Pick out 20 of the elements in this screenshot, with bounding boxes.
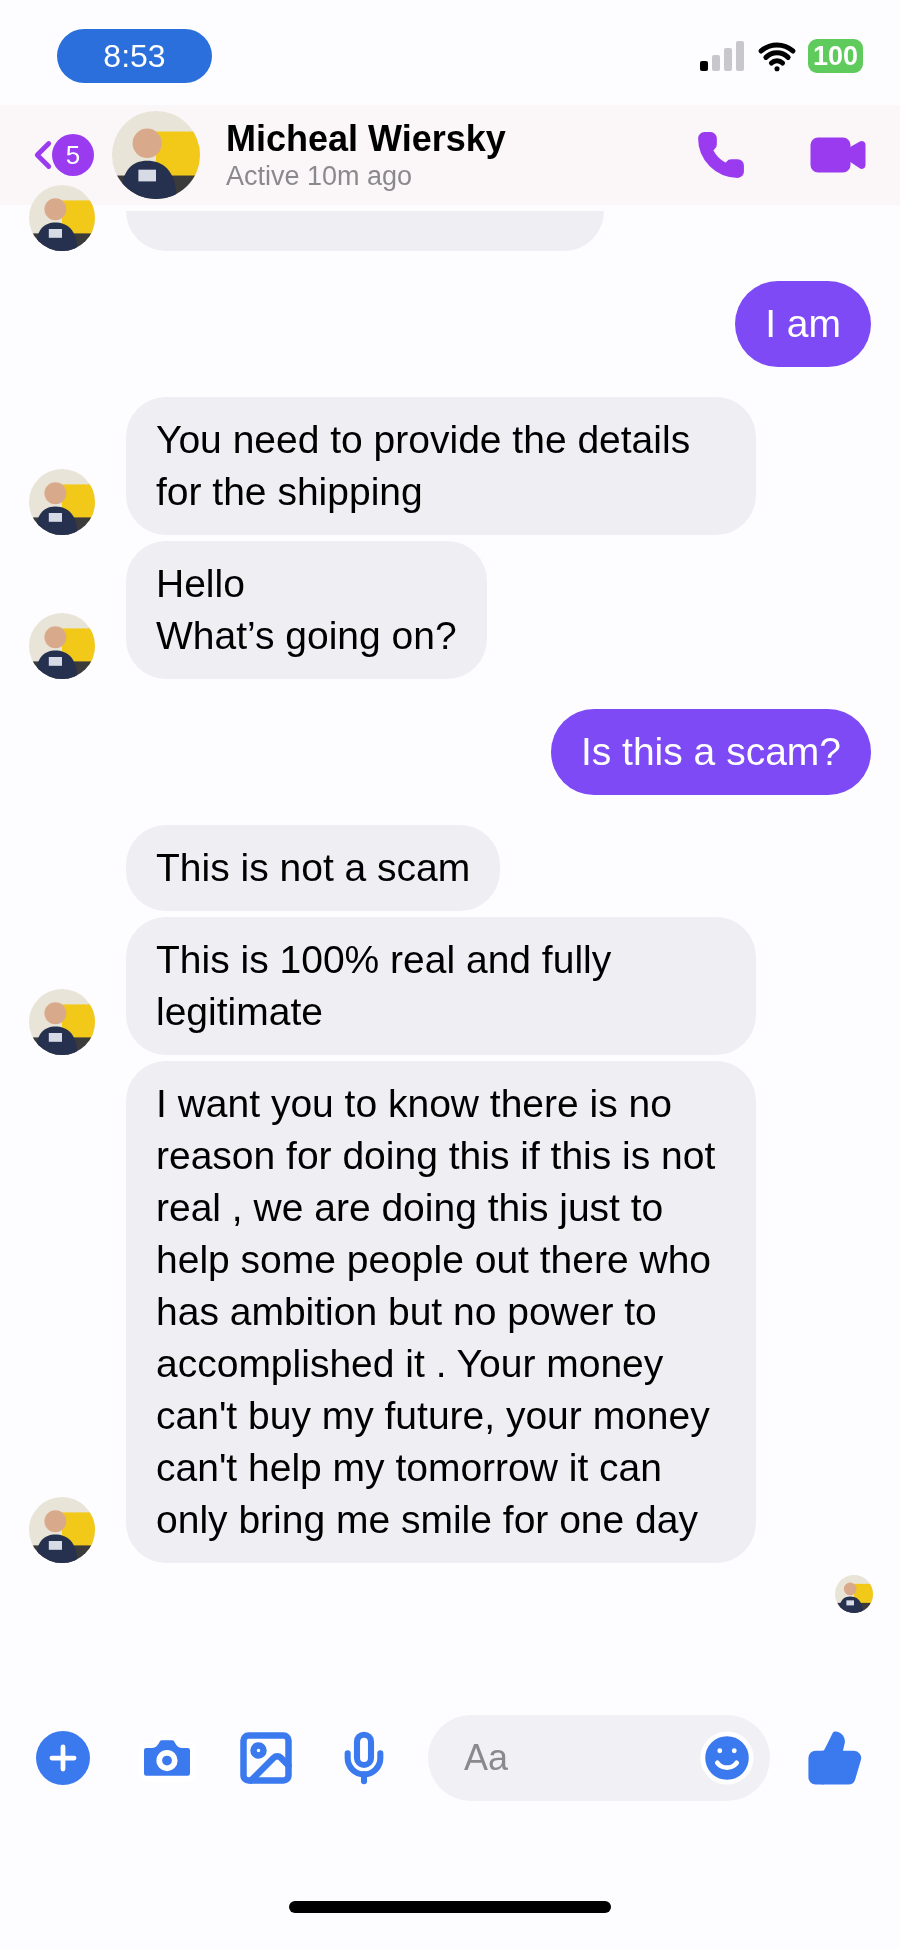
sent-message: Is this a scam? <box>550 709 871 795</box>
sent-message: I am <box>735 281 871 367</box>
message-field[interactable]: Aa <box>428 1715 770 1801</box>
emoji-icon[interactable] <box>698 1729 756 1787</box>
received-message: This is 100% real and fully legitimate <box>126 917 756 1055</box>
phone-icon[interactable] <box>696 130 746 180</box>
contact-name: Micheal Wiersky <box>226 118 507 160</box>
back-button[interactable]: 5 <box>20 132 94 178</box>
received-message: This is not a scam <box>126 825 501 911</box>
like-icon[interactable] <box>806 1729 864 1787</box>
received-message: Hello What’s going on? <box>126 541 487 679</box>
battery-level: 100 <box>807 38 863 73</box>
status-time: 8:53 <box>57 28 212 83</box>
signal-icon <box>699 40 746 71</box>
message-input[interactable]: Aa <box>464 1731 698 1785</box>
received-message: I want you to know there is no reason for doing this if this is not real , we are doing this just to help some people out there who has ambition but no power to accomplished it . Your money can't buy my future, your money can't help my tomorrow it can only bring me smile for one day <box>126 1061 756 1563</box>
unread-badge: 5 <box>52 134 94 176</box>
add-button[interactable] <box>36 1731 90 1785</box>
active-status: Active 10m ago <box>226 160 414 192</box>
received-message: You need to provide the details for the shipping <box>126 397 756 535</box>
